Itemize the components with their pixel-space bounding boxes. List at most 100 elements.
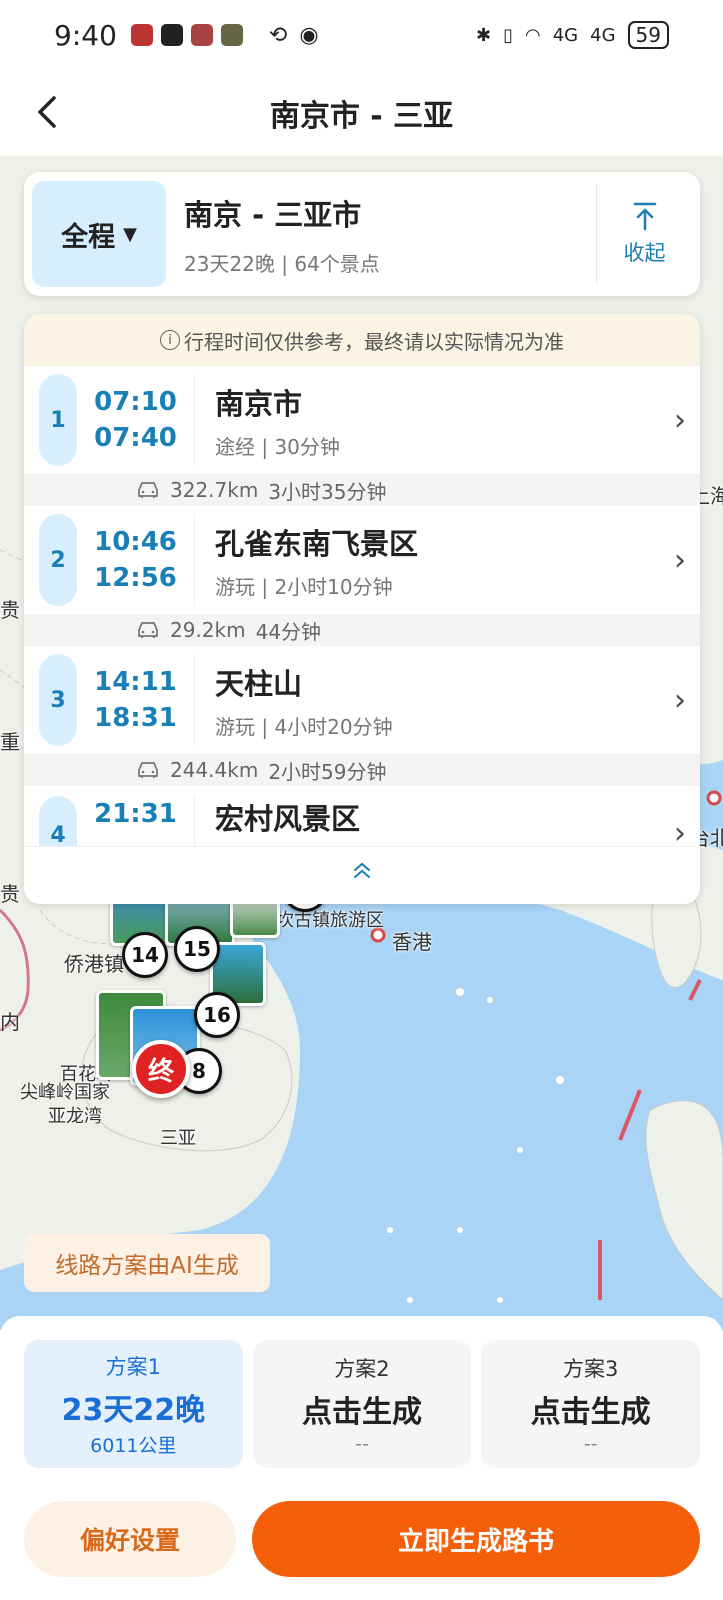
plan-main: 点击生成 (530, 1395, 651, 1430)
arrive-time: 14:11 (94, 667, 177, 697)
chevron-right-icon[interactable]: › (660, 543, 700, 578)
plan-main: 点击生成 (302, 1395, 422, 1430)
map-marker[interactable]: 16 (194, 992, 240, 1038)
stop-info: 南京市 途经 | 30分钟 (215, 381, 660, 460)
transit-duration: 44分钟 (255, 619, 322, 644)
chevron-right-icon[interactable]: › (660, 403, 700, 438)
stop-name: 南京市 (215, 386, 303, 421)
map-marker[interactable]: 14 (122, 932, 168, 978)
plan-option-3[interactable]: 方案3 点击生成 -- (481, 1340, 701, 1468)
ai-generated-badge: 线路方案由AI生成 (24, 1234, 270, 1292)
end-marker[interactable]: 终 (132, 1040, 190, 1098)
plan-option-1[interactable]: 方案1 23天22晚 6011公里 (24, 1340, 243, 1468)
collapse-button[interactable]: 收起 (596, 184, 692, 284)
triangle-down-icon: ▼ (123, 223, 137, 245)
status-bar: 9:40 ⟲ ◉ ✱ ▯ ◠ 4G 4G 59 (0, 0, 723, 70)
data-saver-icon: ⟲ (268, 22, 288, 48)
bluetooth-icon: ✱ (476, 24, 492, 46)
stop-index: 1 (39, 374, 77, 466)
back-arrow-icon[interactable] (28, 92, 68, 132)
stop-index: 2 (39, 514, 77, 606)
stop-info: 天柱山 游玩 | 4小时20分钟 (215, 661, 660, 740)
depart-time: 07:40 (94, 423, 177, 453)
preferences-button[interactable]: 偏好设置 (24, 1501, 236, 1577)
chevron-right-icon[interactable]: › (660, 816, 700, 846)
stop-times: 14:11 18:31 (77, 655, 195, 745)
transit-segment: 322.7km 3小时35分钟 (24, 474, 700, 506)
transit-duration: 3小时35分钟 (268, 479, 387, 504)
depart-time: 12:56 (94, 563, 177, 593)
wifi-icon: ◠ (525, 24, 541, 46)
vibrate-icon: ▯ (503, 24, 514, 46)
map-label-hongkong: 香港 (392, 930, 432, 954)
stop-name: 宏村风景区 (215, 802, 361, 836)
transit-segment: 244.4km 2小时59分钟 (24, 754, 700, 786)
transit-segment: 29.2km 44分钟 (24, 614, 700, 646)
itinerary-stop[interactable]: 2 10:46 12:56 孔雀东南飞景区 游玩 | 2小时10分钟 › (24, 506, 700, 614)
trip-info: 南京 - 三亚市 23天22晚 | 64个景点 (184, 192, 596, 277)
itinerary-stop[interactable]: 1 07:10 07:40 南京市 途经 | 30分钟 › (24, 366, 700, 474)
stop-index: 3 (39, 654, 77, 746)
expand-list-button[interactable] (24, 846, 700, 892)
signal-icon-1: 4G (552, 24, 579, 46)
battery-icon: 59 (627, 21, 669, 49)
app-notification-icon (220, 24, 243, 46)
arrive-time: 07:10 (94, 387, 177, 417)
arrive-time: 10:46 (94, 527, 177, 557)
map-marker[interactable]: 15 (174, 926, 220, 972)
itinerary-stop[interactable]: 3 14:11 18:31 天柱山 游玩 | 4小时20分钟 › (24, 646, 700, 754)
status-right: ✱ ▯ ◠ 4G 4G 59 (476, 21, 669, 49)
signal-icon-2: 4G (590, 24, 616, 46)
collapse-up-icon (633, 202, 656, 231)
stop-meta: 游玩 | 4小时20分钟 (215, 714, 393, 739)
arrive-time: 21:31 (94, 799, 177, 829)
transit-distance: 244.4km (170, 758, 259, 782)
generate-roadbook-button[interactable]: 立即生成路书 (252, 1501, 700, 1577)
double-chevron-up-icon (354, 862, 370, 878)
plan-sub: 6011公里 (90, 1434, 177, 1457)
car-icon (138, 482, 158, 498)
stop-meta: 游玩 | 2小时10分钟 (215, 574, 393, 599)
app-notification-icon (130, 24, 153, 46)
plan-option-2[interactable]: 方案2 点击生成 -- (252, 1340, 472, 1468)
status-app-icons (130, 24, 243, 46)
range-label: 全程 (61, 221, 116, 253)
plan-name: 方案3 (562, 1357, 619, 1381)
status-time: 9:40 (54, 18, 117, 52)
app-notification-icon (160, 24, 183, 46)
car-icon (138, 762, 158, 778)
stop-name: 孔雀东南飞景区 (215, 526, 419, 561)
notice-text: 行程时间仅供参考，最终请以实际情况为准 (184, 329, 564, 354)
plan-main: 23天22晚 (61, 1392, 206, 1428)
trip-subtitle: 23天22晚 | 64个景点 (184, 251, 380, 276)
itinerary-stop[interactable]: 4 21:31 宏村风景区 › (24, 786, 700, 846)
plan-selector: 方案1 23天22晚 6011公里 方案2 点击生成 -- 方案3 点击生成 -… (24, 1340, 701, 1468)
map-label-qiaogang: 侨港镇 (64, 952, 124, 976)
map-label-chong: 重 (0, 730, 20, 754)
map-label-gui2: 贵 (0, 598, 20, 622)
stop-meta: 途经 | 30分钟 (215, 434, 340, 459)
plan-name: 方案1 (105, 1354, 162, 1379)
status-misc: ⟲ ◉ (269, 23, 319, 48)
stop-index: 4 (39, 796, 77, 846)
transit-distance: 322.7km (170, 478, 259, 502)
car-icon (138, 622, 158, 638)
stop-name: 天柱山 (215, 666, 303, 701)
transit-distance: 29.2km (170, 618, 246, 642)
map-label-nei: 内 (0, 1010, 20, 1034)
page-title: 南京市 - 三亚 (269, 99, 454, 134)
map-label-yalong: 亚龙湾 (48, 1106, 102, 1127)
plan-sub: -- (355, 1433, 369, 1455)
trip-summary-card: 全程 ▼ 南京 - 三亚市 23天22晚 | 64个景点 收起 (24, 172, 700, 296)
range-selector[interactable]: 全程 ▼ (32, 181, 166, 287)
plan-sub: -- (583, 1433, 598, 1455)
chevron-right-icon[interactable]: › (660, 683, 700, 718)
depart-time: 18:31 (94, 703, 177, 733)
stop-times: 10:46 12:56 (77, 515, 195, 605)
stop-info: 孔雀东南飞景区 游玩 | 2小时10分钟 (215, 521, 660, 600)
transit-duration: 2小时59分钟 (268, 759, 387, 784)
eye-icon: ◉ (299, 22, 319, 48)
bottom-panel: 方案1 23天22晚 6011公里 方案2 点击生成 -- 方案3 点击生成 -… (0, 1316, 723, 1600)
itinerary-panel[interactable]: i 行程时间仅供参考，最终请以实际情况为准 1 07:10 07:40 南京市 … (24, 314, 700, 904)
collapse-label: 收起 (623, 241, 666, 265)
